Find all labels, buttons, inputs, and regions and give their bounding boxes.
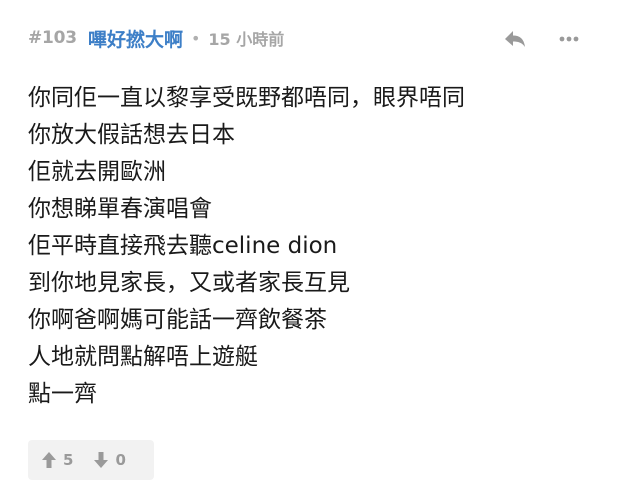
post-timestamp: 15 小時前 bbox=[208, 30, 285, 49]
comment-post: #103 嗶好撚大啊 • 15 小時前 你同佢一直以黎享受既野都唔同，眼界唔同 … bbox=[0, 0, 622, 490]
comment-body: 你同佢一直以黎享受既野都唔同，眼界唔同 你放大假話想去日本 佢就去開歐洲 你想睇… bbox=[28, 80, 602, 413]
comment-line: 你同佢一直以黎享受既野都唔同，眼界唔同 bbox=[28, 85, 465, 111]
downvote-button[interactable]: 0 bbox=[93, 440, 126, 480]
comment-line: 點一齊 bbox=[28, 381, 97, 407]
comment-line: 佢平時直接飛去聽celine dion bbox=[28, 233, 338, 259]
more-icon[interactable] bbox=[553, 26, 585, 52]
username-link[interactable]: 嗶好撚大啊 bbox=[88, 25, 183, 52]
comment-line: 佢就去開歐洲 bbox=[28, 159, 166, 185]
vote-bar: 5 0 bbox=[28, 440, 154, 480]
comment-line: 你想睇單春演唱會 bbox=[28, 196, 212, 222]
post-number[interactable]: #103 bbox=[28, 28, 77, 48]
comment-line: 你放大假話想去日本 bbox=[28, 122, 235, 148]
arrow-up-icon bbox=[41, 451, 57, 469]
arrow-down-icon bbox=[93, 451, 109, 469]
comment-line: 人地就問點解唔上遊艇 bbox=[28, 344, 258, 370]
upvote-count: 5 bbox=[63, 451, 74, 469]
reply-icon[interactable] bbox=[496, 26, 532, 52]
comment-line: 到你地見家長，又或者家長互見 bbox=[28, 270, 350, 296]
upvote-button[interactable]: 5 bbox=[41, 440, 73, 480]
meta-separator: • bbox=[190, 28, 201, 48]
downvote-count: 0 bbox=[115, 451, 126, 469]
comment-line: 你啊爸啊媽可能話一齊飲餐茶 bbox=[28, 307, 327, 333]
